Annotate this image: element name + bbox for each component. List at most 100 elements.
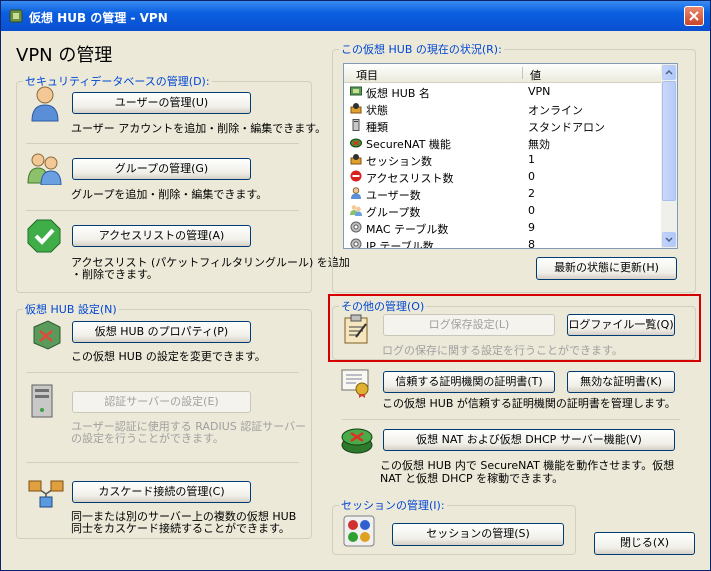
status-item-label: SecureNAT 機能 bbox=[366, 138, 451, 151]
user-management-button[interactable]: ユーザーの管理(U) bbox=[72, 92, 251, 114]
status-item-label: 状態 bbox=[366, 104, 388, 117]
scroll-down-arrow[interactable] bbox=[662, 232, 676, 247]
status-item-value: 9 bbox=[528, 221, 535, 234]
hub-icon bbox=[9, 9, 23, 23]
column-separator bbox=[522, 67, 523, 79]
auth-server-settings-button[interactable]: 認証サーバーの設定(E) bbox=[72, 391, 251, 413]
divider bbox=[342, 419, 680, 420]
cascade-desc-line2: 同士をカスケード接続することができます。 bbox=[71, 522, 290, 535]
group-icon bbox=[27, 153, 62, 185]
divider bbox=[26, 143, 299, 144]
access-list-desc-line2: ・削除できます。 bbox=[71, 268, 158, 281]
hub-properties-button[interactable]: 仮想 HUB のプロパティ(P) bbox=[72, 321, 251, 343]
status-item-label: アクセスリスト数 bbox=[366, 172, 454, 185]
status-list[interactable]: 項目 値 仮想 HUB 名 VPN 状態 オンライン 種類 スタンドアロン SecureNA… bbox=[343, 63, 678, 249]
mac-table-icon bbox=[350, 221, 362, 233]
status-item-value: 無効 bbox=[528, 138, 550, 151]
chevron-down-icon bbox=[665, 237, 673, 243]
securenat-icon bbox=[350, 138, 362, 148]
sessions-icon bbox=[343, 515, 375, 547]
session-management-button[interactable]: セッションの管理(S) bbox=[392, 523, 564, 546]
group-management-desc: グループを追加・削除・編集できます。 bbox=[71, 188, 268, 201]
group-icon bbox=[350, 205, 362, 216]
session-legend: セッションの管理(I): bbox=[341, 499, 445, 512]
status-list-scrollbar[interactable] bbox=[661, 64, 677, 248]
status-row[interactable]: ユーザー数 2 bbox=[344, 185, 662, 202]
invalid-cert-button[interactable]: 無効な証明書(K) bbox=[567, 371, 675, 393]
hub-properties-desc: この仮想 HUB の設定を変更できます。 bbox=[71, 350, 266, 363]
status-row[interactable]: 仮想 HUB 名 VPN bbox=[344, 83, 662, 100]
session-icon bbox=[350, 154, 362, 165]
status-item-label: 種類 bbox=[366, 121, 388, 134]
divider bbox=[26, 210, 299, 211]
status-row[interactable]: SecureNAT 機能 無効 bbox=[344, 134, 662, 151]
page-title: VPN の管理 bbox=[16, 45, 113, 66]
status-item-label: ユーザー数 bbox=[366, 189, 421, 202]
status-row[interactable]: MAC テーブル数 9 bbox=[344, 219, 662, 236]
status-item-value: 1 bbox=[528, 153, 535, 166]
check-shield-icon bbox=[27, 219, 61, 253]
trusted-ca-cert-button[interactable]: 信頼する証明機関の証明書(T) bbox=[383, 371, 555, 393]
status-legend: この仮想 HUB の現在の状況(R): bbox=[341, 43, 502, 56]
scroll-thumb[interactable] bbox=[662, 81, 676, 201]
chevron-up-icon bbox=[665, 69, 673, 75]
group-management-button[interactable]: グループの管理(G) bbox=[72, 158, 251, 180]
router-icon bbox=[341, 428, 373, 454]
status-item-label: MAC テーブル数 bbox=[366, 223, 449, 236]
status-row[interactable]: セッション数 1 bbox=[344, 151, 662, 168]
status-row[interactable]: 種類 スタンドアロン bbox=[344, 117, 662, 134]
status-row[interactable]: IP テーブル数 8 bbox=[344, 236, 662, 249]
user-icon bbox=[351, 187, 361, 199]
title-bar[interactable]: 仮想 HUB の管理 - VPN bbox=[1, 1, 710, 31]
access-list-management-button[interactable]: アクセスリストの管理(A) bbox=[72, 225, 251, 247]
status-item-value: 0 bbox=[528, 170, 535, 183]
divider bbox=[26, 462, 299, 463]
divider bbox=[26, 372, 299, 373]
status-item-label: グループ数 bbox=[366, 206, 421, 219]
status-list-header: 項目 値 bbox=[344, 64, 662, 83]
auth-server-desc-line2: の設定を行うことができます。 bbox=[71, 432, 224, 445]
log-file-list-button[interactable]: ログファイル一覧(Q) bbox=[567, 314, 675, 336]
virtual-nat-dhcp-button[interactable]: 仮想 NAT および仮想 DHCP サーバー機能(V) bbox=[383, 429, 675, 451]
status-item-value: 8 bbox=[528, 238, 535, 249]
hub-settings-legend: 仮想 HUB 設定(N) bbox=[25, 303, 117, 316]
status-row[interactable]: グループ数 0 bbox=[344, 202, 662, 219]
status-item-label: IP テーブル数 bbox=[366, 240, 434, 249]
user-management-desc: ユーザー アカウントを追加・削除・編集できます。 bbox=[71, 122, 327, 135]
cascade-icon bbox=[28, 480, 64, 508]
server-icon bbox=[31, 384, 53, 418]
status-row[interactable]: アクセスリスト数 0 bbox=[344, 168, 662, 185]
refresh-status-button[interactable]: 最新の状態に更新(H) bbox=[536, 257, 677, 280]
certificate-icon bbox=[341, 369, 369, 398]
status-item-label: 仮想 HUB 名 bbox=[366, 87, 430, 100]
no-entry-icon bbox=[350, 170, 362, 182]
status-item-value: VPN bbox=[528, 85, 551, 98]
status-item-value: オンライン bbox=[528, 104, 583, 117]
clipboard-log-icon bbox=[344, 314, 368, 344]
hub-icon bbox=[350, 86, 362, 96]
status-item-value: スタンドアロン bbox=[528, 121, 605, 134]
nat-desc-line2: NAT と仮想 DHCP を稼動できます。 bbox=[380, 472, 564, 485]
status-item-value: 2 bbox=[528, 187, 535, 200]
column-header-value[interactable]: 値 bbox=[530, 67, 541, 83]
scroll-up-arrow[interactable] bbox=[662, 65, 676, 80]
hub-management-window: 仮想 HUB の管理 - VPN VPN の管理 セキュリティデータベースの管理… bbox=[0, 0, 711, 571]
close-button[interactable]: 閉じる(X) bbox=[594, 532, 695, 555]
cascade-management-button[interactable]: カスケード接続の管理(C) bbox=[72, 481, 251, 503]
status-row[interactable]: 状態 オンライン bbox=[344, 100, 662, 117]
ip-table-icon bbox=[350, 238, 362, 248]
status-item-label: セッション数 bbox=[366, 155, 432, 168]
close-window-button[interactable] bbox=[684, 6, 704, 26]
server-type-icon bbox=[352, 119, 360, 131]
nat-desc-line1: この仮想 HUB 内で SecureNAT 機能を動作させます。仮想 bbox=[380, 459, 675, 472]
log-settings-button[interactable]: ログ保存設定(L) bbox=[383, 314, 555, 336]
column-header-item[interactable]: 項目 bbox=[356, 67, 378, 83]
log-settings-desc: ログの保存に関する設定を行うことができます。 bbox=[382, 344, 623, 357]
status-icon bbox=[350, 103, 362, 114]
hub-properties-icon bbox=[33, 320, 61, 350]
close-icon bbox=[689, 11, 699, 21]
status-item-value: 0 bbox=[528, 204, 535, 217]
window-title: 仮想 HUB の管理 - VPN bbox=[29, 11, 168, 25]
cert-desc: この仮想 HUB が信頼する証明機関の証明書を管理します。 bbox=[382, 397, 676, 410]
user-icon bbox=[31, 86, 59, 122]
